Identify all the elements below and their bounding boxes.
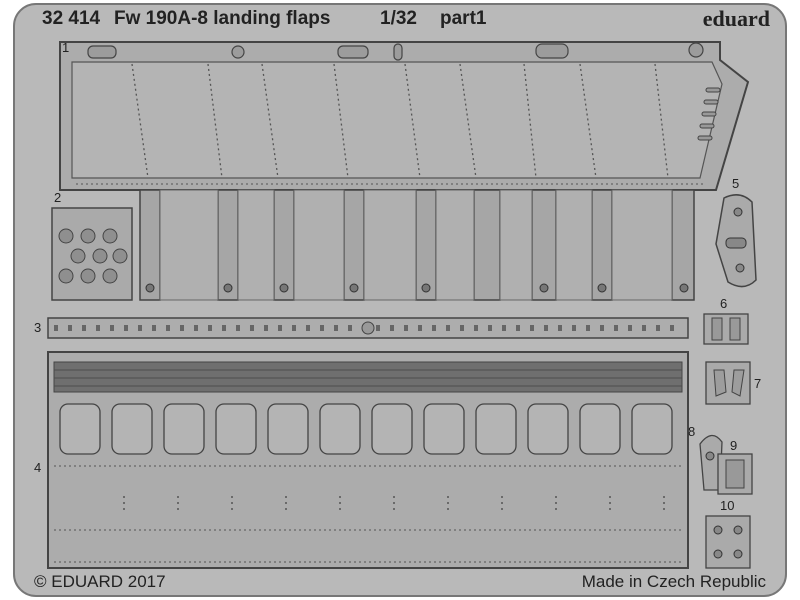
part-number-7: 7	[754, 376, 762, 391]
origin-text: Made in Czech Republic	[581, 572, 766, 591]
part-1-flap-skin	[59, 41, 750, 191]
part-number-4: 4	[34, 460, 42, 475]
photo-etch-fret	[13, 3, 787, 597]
part-number-2: 2	[54, 190, 62, 205]
part-number-8: 8	[688, 424, 696, 439]
part-6-clip-pair	[703, 313, 749, 345]
copyright-text: © EDUARD 2017	[34, 572, 166, 591]
part-7-plate	[705, 361, 751, 405]
brand-logo: eduard	[702, 6, 770, 31]
part-number-10: 10	[720, 498, 735, 513]
part-4-lower-flap	[47, 351, 689, 569]
part-1-rib-tabs	[139, 189, 695, 301]
part-number-1: 1	[62, 40, 70, 55]
part-number-5: 5	[732, 176, 740, 191]
part-2-hole-plate	[51, 207, 133, 301]
kit-code: 32 414	[42, 8, 101, 29]
part-number-6: 6	[720, 296, 728, 311]
part-number-9: 9	[730, 438, 738, 453]
kit-title: Fw 190A-8 landing flaps	[114, 8, 331, 29]
part-9-clip	[717, 453, 753, 495]
part-number-3: 3	[34, 320, 42, 335]
part-3-strip	[47, 317, 689, 339]
kit-part: part1	[440, 8, 487, 29]
kit-scale: 1/32	[380, 8, 417, 29]
part-10-hinges	[705, 515, 751, 569]
